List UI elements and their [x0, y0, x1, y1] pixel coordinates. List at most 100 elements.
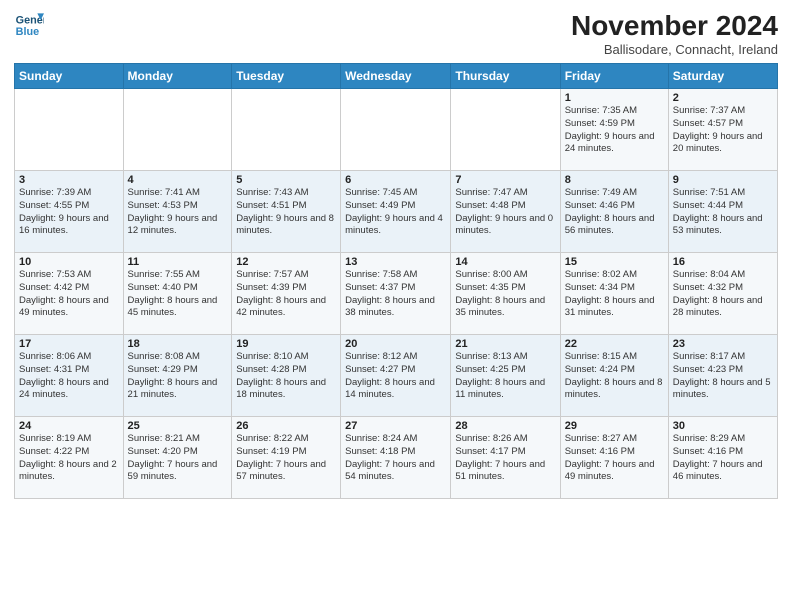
- col-monday: Monday: [123, 64, 232, 89]
- day-info: Sunrise: 7:47 AM Sunset: 4:48 PM Dayligh…: [455, 187, 555, 238]
- day-number: 21: [455, 338, 555, 350]
- day-cell: 22Sunrise: 8:15 AM Sunset: 4:24 PM Dayli…: [560, 335, 668, 417]
- day-cell: 24Sunrise: 8:19 AM Sunset: 4:22 PM Dayli…: [15, 417, 124, 499]
- svg-text:Blue: Blue: [16, 26, 39, 38]
- day-info: Sunrise: 7:39 AM Sunset: 4:55 PM Dayligh…: [19, 187, 119, 238]
- week-row-5: 24Sunrise: 8:19 AM Sunset: 4:22 PM Dayli…: [15, 417, 778, 499]
- day-info: Sunrise: 7:55 AM Sunset: 4:40 PM Dayligh…: [128, 269, 228, 320]
- day-cell: 20Sunrise: 8:12 AM Sunset: 4:27 PM Dayli…: [341, 335, 451, 417]
- week-row-1: 1Sunrise: 7:35 AM Sunset: 4:59 PM Daylig…: [15, 89, 778, 171]
- day-number: 15: [565, 256, 664, 268]
- day-cell: 13Sunrise: 7:58 AM Sunset: 4:37 PM Dayli…: [341, 253, 451, 335]
- day-number: 23: [673, 338, 773, 350]
- col-friday: Friday: [560, 64, 668, 89]
- day-cell: 1Sunrise: 7:35 AM Sunset: 4:59 PM Daylig…: [560, 89, 668, 171]
- day-cell: [15, 89, 124, 171]
- day-number: 29: [565, 420, 664, 432]
- day-cell: 16Sunrise: 8:04 AM Sunset: 4:32 PM Dayli…: [668, 253, 777, 335]
- day-number: 3: [19, 174, 119, 186]
- logo: General Blue: [14, 10, 44, 40]
- day-number: 27: [345, 420, 446, 432]
- day-info: Sunrise: 7:35 AM Sunset: 4:59 PM Dayligh…: [565, 105, 664, 156]
- day-cell: 10Sunrise: 7:53 AM Sunset: 4:42 PM Dayli…: [15, 253, 124, 335]
- day-cell: 18Sunrise: 8:08 AM Sunset: 4:29 PM Dayli…: [123, 335, 232, 417]
- day-info: Sunrise: 8:12 AM Sunset: 4:27 PM Dayligh…: [345, 351, 446, 402]
- day-number: 12: [236, 256, 336, 268]
- day-cell: 4Sunrise: 7:41 AM Sunset: 4:53 PM Daylig…: [123, 171, 232, 253]
- day-number: 22: [565, 338, 664, 350]
- day-cell: 8Sunrise: 7:49 AM Sunset: 4:46 PM Daylig…: [560, 171, 668, 253]
- day-info: Sunrise: 7:53 AM Sunset: 4:42 PM Dayligh…: [19, 269, 119, 320]
- day-cell: 25Sunrise: 8:21 AM Sunset: 4:20 PM Dayli…: [123, 417, 232, 499]
- day-number: 13: [345, 256, 446, 268]
- day-cell: [451, 89, 560, 171]
- day-number: 4: [128, 174, 228, 186]
- day-number: 14: [455, 256, 555, 268]
- day-info: Sunrise: 8:13 AM Sunset: 4:25 PM Dayligh…: [455, 351, 555, 402]
- day-cell: 15Sunrise: 8:02 AM Sunset: 4:34 PM Dayli…: [560, 253, 668, 335]
- day-number: 11: [128, 256, 228, 268]
- col-wednesday: Wednesday: [341, 64, 451, 89]
- col-thursday: Thursday: [451, 64, 560, 89]
- day-number: 25: [128, 420, 228, 432]
- week-row-4: 17Sunrise: 8:06 AM Sunset: 4:31 PM Dayli…: [15, 335, 778, 417]
- day-info: Sunrise: 8:19 AM Sunset: 4:22 PM Dayligh…: [19, 433, 119, 484]
- day-number: 19: [236, 338, 336, 350]
- day-info: Sunrise: 7:51 AM Sunset: 4:44 PM Dayligh…: [673, 187, 773, 238]
- header-row: Sunday Monday Tuesday Wednesday Thursday…: [15, 64, 778, 89]
- day-info: Sunrise: 8:24 AM Sunset: 4:18 PM Dayligh…: [345, 433, 446, 484]
- day-cell: 26Sunrise: 8:22 AM Sunset: 4:19 PM Dayli…: [232, 417, 341, 499]
- day-number: 20: [345, 338, 446, 350]
- day-info: Sunrise: 8:17 AM Sunset: 4:23 PM Dayligh…: [673, 351, 773, 402]
- location: Ballisodare, Connacht, Ireland: [571, 42, 778, 57]
- day-cell: 29Sunrise: 8:27 AM Sunset: 4:16 PM Dayli…: [560, 417, 668, 499]
- col-sunday: Sunday: [15, 64, 124, 89]
- day-info: Sunrise: 7:37 AM Sunset: 4:57 PM Dayligh…: [673, 105, 773, 156]
- day-cell: 9Sunrise: 7:51 AM Sunset: 4:44 PM Daylig…: [668, 171, 777, 253]
- day-number: 8: [565, 174, 664, 186]
- day-number: 18: [128, 338, 228, 350]
- day-cell: 3Sunrise: 7:39 AM Sunset: 4:55 PM Daylig…: [15, 171, 124, 253]
- col-saturday: Saturday: [668, 64, 777, 89]
- day-cell: 14Sunrise: 8:00 AM Sunset: 4:35 PM Dayli…: [451, 253, 560, 335]
- calendar-header: General Blue November 2024 Ballisodare, …: [14, 10, 778, 57]
- day-cell: 6Sunrise: 7:45 AM Sunset: 4:49 PM Daylig…: [341, 171, 451, 253]
- day-info: Sunrise: 8:08 AM Sunset: 4:29 PM Dayligh…: [128, 351, 228, 402]
- day-cell: 17Sunrise: 8:06 AM Sunset: 4:31 PM Dayli…: [15, 335, 124, 417]
- day-number: 28: [455, 420, 555, 432]
- day-cell: [232, 89, 341, 171]
- day-cell: 11Sunrise: 7:55 AM Sunset: 4:40 PM Dayli…: [123, 253, 232, 335]
- day-info: Sunrise: 7:41 AM Sunset: 4:53 PM Dayligh…: [128, 187, 228, 238]
- day-cell: 2Sunrise: 7:37 AM Sunset: 4:57 PM Daylig…: [668, 89, 777, 171]
- day-info: Sunrise: 8:22 AM Sunset: 4:19 PM Dayligh…: [236, 433, 336, 484]
- day-cell: 12Sunrise: 7:57 AM Sunset: 4:39 PM Dayli…: [232, 253, 341, 335]
- day-cell: 19Sunrise: 8:10 AM Sunset: 4:28 PM Dayli…: [232, 335, 341, 417]
- day-info: Sunrise: 8:06 AM Sunset: 4:31 PM Dayligh…: [19, 351, 119, 402]
- calendar-table: Sunday Monday Tuesday Wednesday Thursday…: [14, 63, 778, 499]
- day-number: 26: [236, 420, 336, 432]
- logo-icon: General Blue: [14, 10, 44, 40]
- day-cell: 28Sunrise: 8:26 AM Sunset: 4:17 PM Dayli…: [451, 417, 560, 499]
- day-cell: 23Sunrise: 8:17 AM Sunset: 4:23 PM Dayli…: [668, 335, 777, 417]
- day-number: 2: [673, 92, 773, 104]
- day-number: 17: [19, 338, 119, 350]
- day-info: Sunrise: 8:29 AM Sunset: 4:16 PM Dayligh…: [673, 433, 773, 484]
- day-number: 9: [673, 174, 773, 186]
- day-info: Sunrise: 8:26 AM Sunset: 4:17 PM Dayligh…: [455, 433, 555, 484]
- day-info: Sunrise: 8:02 AM Sunset: 4:34 PM Dayligh…: [565, 269, 664, 320]
- day-number: 30: [673, 420, 773, 432]
- day-number: 7: [455, 174, 555, 186]
- day-cell: [341, 89, 451, 171]
- col-tuesday: Tuesday: [232, 64, 341, 89]
- day-cell: 30Sunrise: 8:29 AM Sunset: 4:16 PM Dayli…: [668, 417, 777, 499]
- day-number: 10: [19, 256, 119, 268]
- day-number: 1: [565, 92, 664, 104]
- day-number: 5: [236, 174, 336, 186]
- day-cell: 21Sunrise: 8:13 AM Sunset: 4:25 PM Dayli…: [451, 335, 560, 417]
- week-row-2: 3Sunrise: 7:39 AM Sunset: 4:55 PM Daylig…: [15, 171, 778, 253]
- day-info: Sunrise: 8:21 AM Sunset: 4:20 PM Dayligh…: [128, 433, 228, 484]
- day-info: Sunrise: 7:57 AM Sunset: 4:39 PM Dayligh…: [236, 269, 336, 320]
- week-row-3: 10Sunrise: 7:53 AM Sunset: 4:42 PM Dayli…: [15, 253, 778, 335]
- calendar-container: General Blue November 2024 Ballisodare, …: [0, 0, 792, 507]
- day-cell: 27Sunrise: 8:24 AM Sunset: 4:18 PM Dayli…: [341, 417, 451, 499]
